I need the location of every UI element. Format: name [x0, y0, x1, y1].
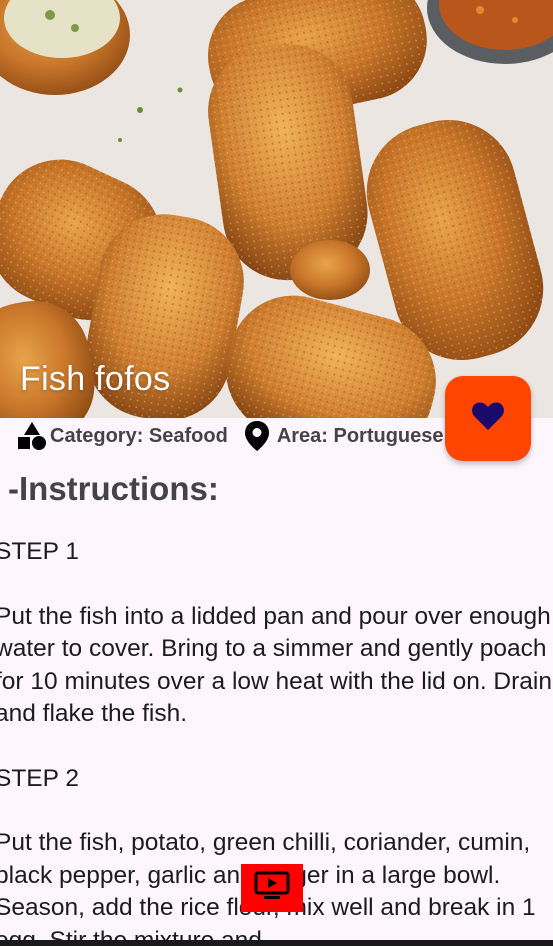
food-photo — [0, 0, 553, 418]
heart-icon — [471, 401, 505, 436]
instructions-heading: -Instructions: — [8, 470, 219, 507]
recipe-detail-screen: Fish fofos Category: Seafood Area: Portu… — [0, 0, 553, 946]
step-title: STEP 1 — [0, 538, 79, 565]
navigation-bar — [0, 940, 553, 946]
watch-video-button[interactable] — [241, 864, 303, 912]
step-body: Put the fish into a lidded pan and pour … — [0, 602, 552, 728]
recipe-image: Fish fofos — [0, 0, 553, 418]
category-text: Category: Seafood — [50, 424, 228, 447]
step-title: STEP 2 — [0, 764, 79, 792]
area-text: Area: Portuguese — [276, 424, 444, 447]
location-pin-icon — [242, 419, 272, 453]
category-shapes-icon — [16, 420, 48, 452]
ondemand-video-icon — [254, 871, 290, 906]
favorite-button[interactable] — [445, 376, 531, 461]
category-label: Category: Seafood — [16, 420, 228, 452]
area-label: Area: Portuguese — [242, 419, 444, 453]
recipe-title: Fish fofos — [20, 360, 171, 398]
